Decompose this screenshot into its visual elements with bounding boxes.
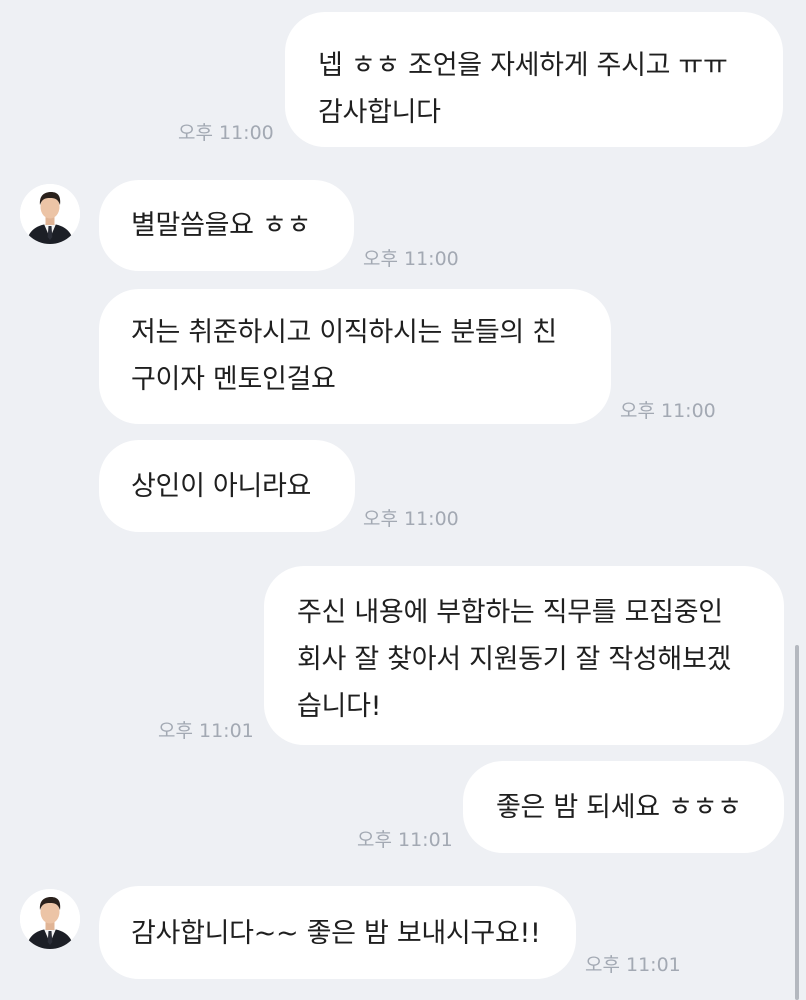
message-timestamp: 오후 11:01 xyxy=(357,829,453,851)
profile-photo-icon xyxy=(20,184,80,244)
message-bubble-received[interactable]: 상인이 아니라요 xyxy=(99,440,355,532)
message-bubble-sent[interactable]: 좋은 밤 되세요 ㅎㅎㅎ xyxy=(463,761,784,853)
message-bubble-received[interactable]: 별말씀을요 ㅎㅎ xyxy=(99,180,354,271)
message-bubble-received[interactable]: 감사합니다~~ 좋은 밤 보내시구요!! xyxy=(99,886,576,979)
message-line: 습니다! xyxy=(297,691,382,722)
message-bubble-sent[interactable]: 넵 ㅎㅎ 조언을 자세하게 주시고 ㅠㅠ 감사합니다 xyxy=(285,12,783,147)
message-line: 구이자 멘토인걸요 xyxy=(131,364,336,395)
message-line: 저는 취준하시고 이직하시는 분들의 친 xyxy=(131,317,557,348)
message-line: 상인이 아니라요 xyxy=(131,471,312,502)
message-timestamp: 오후 11:00 xyxy=(178,122,274,144)
message-timestamp: 오후 11:01 xyxy=(585,954,681,976)
message-line: 별말씀을요 ㅎㅎ xyxy=(131,210,312,241)
avatar[interactable] xyxy=(20,889,80,949)
message-line: 넵 ㅎㅎ 조언을 자세하게 주시고 ㅠㅠ xyxy=(318,50,728,81)
message-line: 감사합니다 xyxy=(318,97,441,128)
message-timestamp: 오후 11:00 xyxy=(620,400,716,422)
avatar[interactable] xyxy=(20,184,80,244)
message-line: 좋은 밤 되세요 ㅎㅎㅎ xyxy=(496,792,742,823)
message-line: 회사 잘 찾아서 지원동기 잘 작성해보겠 xyxy=(297,644,732,675)
message-timestamp: 오후 11:00 xyxy=(363,508,459,530)
scrollbar-thumb[interactable] xyxy=(795,645,799,1000)
message-bubble-received[interactable]: 저는 취준하시고 이직하시는 분들의 친 구이자 멘토인걸요 xyxy=(99,289,611,424)
message-line: 주신 내용에 부합하는 직무를 모집중인 xyxy=(297,597,723,628)
message-line: 감사합니다~~ 좋은 밤 보내시구요!! xyxy=(131,918,541,949)
message-timestamp: 오후 11:01 xyxy=(158,720,254,742)
message-bubble-sent[interactable]: 주신 내용에 부합하는 직무를 모집중인 회사 잘 찾아서 지원동기 잘 작성해… xyxy=(264,566,784,745)
message-timestamp: 오후 11:00 xyxy=(363,248,459,270)
profile-photo-icon xyxy=(20,889,80,949)
